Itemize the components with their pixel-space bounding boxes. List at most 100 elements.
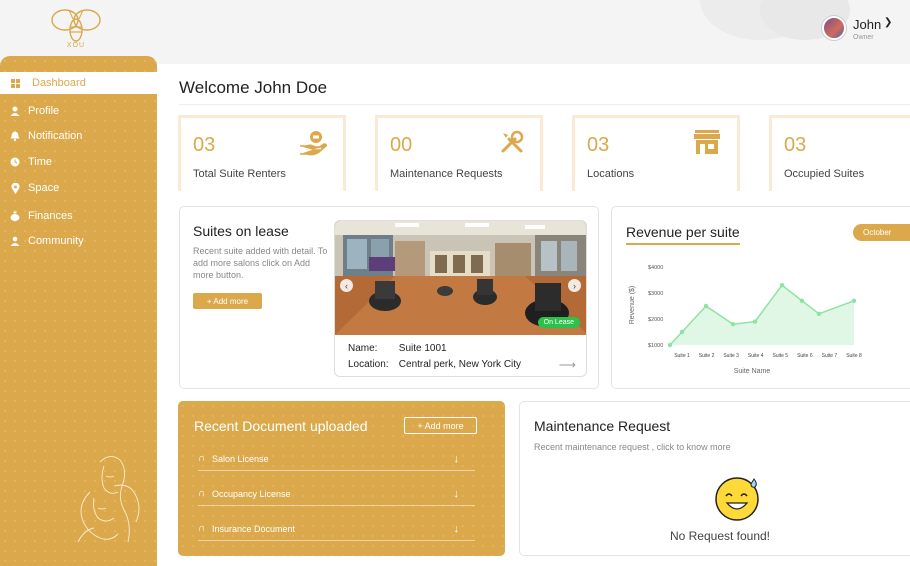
data-point <box>667 342 673 348</box>
document-row[interactable]: ∩ Salon License ↓ <box>198 447 475 471</box>
maintenance-request-card: Maintenance Request Recent maintenance r… <box>519 401 910 556</box>
stat-card-suite-renters[interactable]: 03 Total Suite Renters <box>178 115 346 191</box>
sidebar-item-space[interactable]: Space <box>0 177 157 199</box>
x-tick-label: Suite 1 <box>674 353 690 359</box>
recent-documents-card: Recent Document uploaded + Add more ∩ Sa… <box>178 401 505 556</box>
stat-card-occupied-suites[interactable]: 03 Occupied Suites <box>769 115 910 191</box>
sidebar-item-finances[interactable]: Finances <box>0 205 157 227</box>
month-select[interactable]: October ⌄ <box>853 224 910 241</box>
data-point <box>816 311 822 316</box>
suite-location-value: Central perk, New York City <box>398 359 522 370</box>
sidebar-item-label: Dashboard <box>32 77 86 89</box>
avatar[interactable] <box>822 16 846 40</box>
suites-on-lease-card: Suites on lease Recent suite added with … <box>179 206 599 389</box>
user-icon <box>8 104 22 118</box>
y-tick-label: $1000 <box>648 343 663 349</box>
stat-value: 03 <box>784 134 807 156</box>
chevron-down-icon[interactable]: ❯ <box>884 17 892 28</box>
sidebar-item-profile[interactable]: Profile <box>0 100 157 122</box>
add-suite-button[interactable]: + Add more <box>193 293 262 309</box>
stat-label: Maintenance Requests <box>390 168 503 180</box>
logo-text: XOU <box>66 42 86 49</box>
bee-logo-icon <box>51 9 101 42</box>
community-icon <box>8 234 22 248</box>
tools-icon <box>501 130 524 153</box>
page-title: Welcome John Doe <box>179 78 328 97</box>
y-tick-label: $2000 <box>648 317 663 323</box>
sidebar-item-label: Time <box>28 156 53 168</box>
document-row[interactable]: ∩ Insurance Document ↓ <box>198 517 475 541</box>
data-point <box>851 298 857 303</box>
stat-value: 03 <box>193 134 216 156</box>
section-description: Recent maintenance request , click to kn… <box>534 442 731 452</box>
money-bag-icon <box>8 209 22 223</box>
x-tick-label: Suite 8 <box>846 353 862 359</box>
stat-label: Locations <box>587 168 635 180</box>
section-title: Recent Document uploaded <box>194 418 368 434</box>
stat-label: Occupied Suites <box>784 168 865 180</box>
clock-icon <box>8 155 22 169</box>
revenue-area-chart: $4000 $3000 $2000 $1000 Suite 1 Suite 2 Suite … <box>629 265 862 375</box>
x-tick-label: Suite 3 <box>723 353 739 359</box>
arrow-right-icon[interactable]: ⟶ <box>559 358 576 372</box>
x-tick-label: Suite 6 <box>797 353 813 359</box>
sidebar-item-label: Space <box>28 182 60 194</box>
top-bar <box>0 0 910 64</box>
divider <box>179 104 910 105</box>
stat-value: 00 <box>390 134 413 156</box>
sidebar-item-label: Finances <box>28 210 73 222</box>
paperclip-icon: ∩ <box>198 488 206 499</box>
data-point <box>679 329 685 335</box>
download-icon[interactable]: ↓ <box>454 453 460 465</box>
download-icon[interactable]: ↓ <box>454 523 460 535</box>
paperclip-icon: ∩ <box>198 523 206 534</box>
section-title: Maintenance Request <box>534 418 671 434</box>
suite-card[interactable]: ‹ › On Lease Name: Suite 1001 Location: … <box>334 220 587 377</box>
dashboard-icon <box>8 76 22 90</box>
suite-name-row: Name: Suite 1001 <box>348 343 447 354</box>
brand-logo[interactable]: XOU <box>48 6 104 56</box>
data-point <box>799 298 805 303</box>
section-description: Recent suite added with detail. To add m… <box>193 246 328 280</box>
next-slide-button[interactable]: › <box>568 279 581 292</box>
x-tick-label: Suite 7 <box>822 353 838 359</box>
suite-name-label: Name: <box>348 343 378 354</box>
suite-location-row: Location: Central perk, New York City <box>348 359 521 370</box>
user-name: John <box>853 17 882 32</box>
sidebar-item-community[interactable]: Community <box>0 230 157 252</box>
stat-card-locations[interactable]: 03 Locations <box>572 115 740 191</box>
sidebar-item-label: Community <box>28 235 84 247</box>
sidebar-item-dashboard[interactable]: Dashboard <box>0 72 157 94</box>
suite-name-value: Suite 1001 <box>398 343 447 354</box>
x-tick-label: Suite 4 <box>748 353 764 359</box>
smiling-face-icon <box>715 477 759 521</box>
document-row[interactable]: ∩ Occupancy License ↓ <box>198 482 475 506</box>
y-axis-label: Revenue ($) <box>629 286 636 325</box>
paperclip-icon: ∩ <box>198 453 206 464</box>
sidebar-item-notification[interactable]: Notification <box>0 125 157 147</box>
suite-location-label: Location: <box>348 359 389 370</box>
revenue-card: Revenue per suite October ⌄ $4000 $3000 $2… <box>611 206 910 389</box>
sidebar-item-label: Notification <box>28 130 83 142</box>
sidebar: Dashboard Profile Notification Time Spac… <box>0 56 157 566</box>
location-pin-icon <box>8 181 22 195</box>
x-axis-label: Suite Name <box>734 368 771 375</box>
download-icon[interactable]: ↓ <box>454 488 460 500</box>
sidebar-item-label: Profile <box>28 105 60 117</box>
women-line-illustration <box>77 456 140 543</box>
x-tick-label: Suite 2 <box>699 353 715 359</box>
user-role: Owner <box>853 34 874 41</box>
data-point <box>730 322 736 327</box>
bell-icon <box>8 129 22 143</box>
data-point <box>779 283 785 288</box>
empty-state-text: No Request found! <box>669 529 771 543</box>
document-name: Insurance Document <box>212 523 296 534</box>
y-tick-label: $3000 <box>648 291 663 297</box>
stat-card-maintenance[interactable]: 00 Maintenance Requests <box>375 115 543 191</box>
add-document-button[interactable]: + Add more <box>404 417 477 434</box>
prev-slide-button[interactable]: ‹ <box>340 279 353 292</box>
sidebar-item-time[interactable]: Time <box>0 151 157 173</box>
hand-coin-icon <box>300 131 327 156</box>
section-title: Suites on lease <box>193 223 289 239</box>
store-icon <box>694 130 720 154</box>
